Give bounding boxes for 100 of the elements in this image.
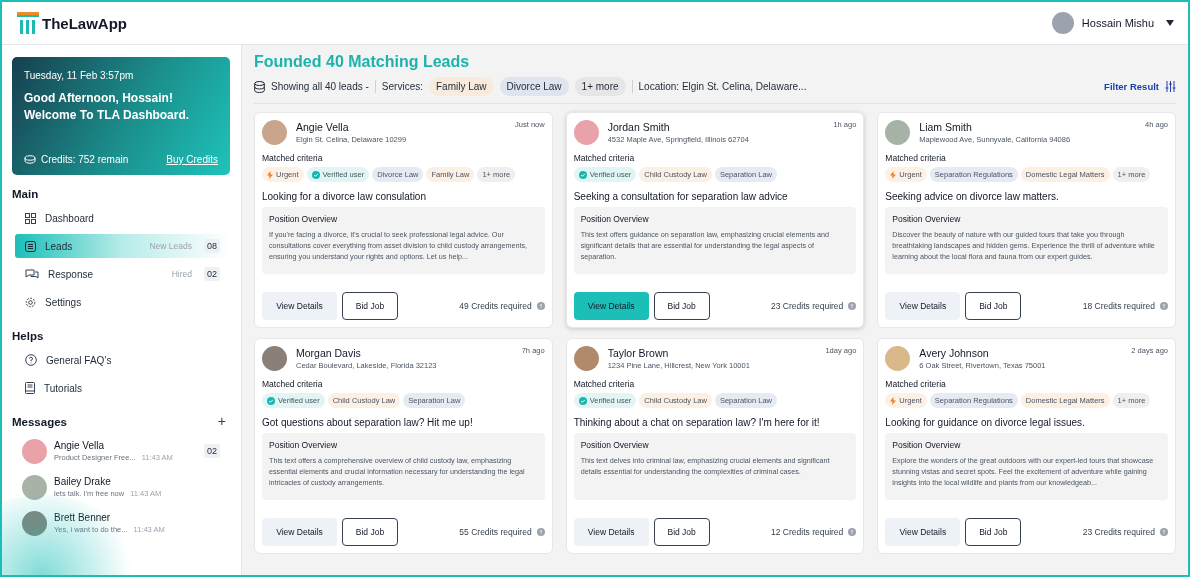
overview-title: Position Overview [580, 440, 650, 450]
criteria-label: Matched criteria [885, 379, 946, 389]
help-icon [25, 354, 37, 366]
lead-name: Morgan Davis [296, 347, 362, 359]
welcome-text: Welcome To TLA Dashboard. [24, 107, 191, 124]
lead-name: Taylor Brown [607, 347, 670, 359]
section-title: Main [12, 188, 40, 200]
grid-icon [25, 212, 36, 224]
criteria-label: Matched criteria [262, 153, 323, 163]
credits-required-text: 18 Credits required [1082, 301, 1155, 311]
overview-title: Position Overview [269, 440, 339, 450]
credits-text: Credits: 752 remain [41, 154, 129, 165]
view-details-button[interactable]: View Details [885, 292, 961, 320]
bid-job-button[interactable]: Bid Job [653, 518, 710, 546]
criteria-label: Matched criteria [573, 379, 635, 389]
bid-job-button[interactable]: Bid Job [342, 518, 398, 546]
bid-job-button[interactable]: Bid Job [965, 518, 1022, 546]
info-icon[interactable] [848, 302, 857, 310]
lightning-icon [890, 170, 897, 179]
services-label: Services: [381, 81, 423, 92]
nav-item[interactable]: Response Hired 02 [15, 262, 230, 286]
count-badge: 08 [204, 239, 220, 253]
lead-heading: Got questions about separation law? Hit me up! [262, 417, 473, 428]
bid-job-button[interactable]: Bid Job [965, 292, 1022, 320]
avatar [262, 346, 287, 371]
lead-heading: Seeking a consultation for separation law advice [573, 191, 788, 202]
avatar [22, 510, 47, 536]
view-details-button[interactable]: View Details [262, 292, 337, 320]
view-details-button[interactable]: View Details [573, 292, 649, 320]
overview-title: Position Overview [892, 440, 962, 450]
section-title: Messages [12, 416, 67, 428]
unread-count: 02 [204, 444, 220, 458]
criteria-label: Matched criteria [573, 153, 635, 163]
lead-heading: Seeking advice on divorce law matters. [885, 191, 1059, 202]
info-icon[interactable] [1160, 528, 1168, 536]
nav-item[interactable]: Settings [15, 290, 230, 314]
info-icon[interactable] [536, 302, 545, 310]
date-text: Tuesday, 11 Feb 3:57pm [24, 70, 135, 81]
view-details-button[interactable]: View Details [262, 518, 337, 546]
page-title: Founded 40 Matching Leads [254, 53, 471, 71]
service-chip[interactable]: Divorce Law [499, 77, 569, 96]
lightning-icon [267, 170, 273, 179]
sliders-icon[interactable] [1165, 81, 1176, 92]
bid-job-button[interactable]: Bid Job [653, 292, 710, 320]
verified-icon [578, 396, 587, 405]
credits-required-text: 23 Credits required [771, 301, 844, 311]
verified-icon [578, 170, 587, 179]
sender-name: Bailey Drake [54, 476, 112, 487]
credits-required-text: 12 Credits required [771, 527, 844, 537]
chat-icon [25, 268, 39, 280]
book-icon [25, 382, 35, 394]
avatar [22, 474, 47, 500]
info-icon[interactable] [848, 528, 857, 536]
user-name[interactable]: Hossain Mishu [1081, 17, 1154, 29]
avatar [885, 346, 911, 371]
lead-heading: Looking for a divorce law consulation [262, 191, 426, 202]
lead-name: Angie Vella [296, 121, 350, 133]
lead-name: Liam Smith [919, 121, 973, 133]
verified-icon [267, 396, 275, 405]
badge-label: New Leads [149, 241, 192, 251]
filter-result-link[interactable]: Filter Result [1104, 81, 1159, 92]
list-icon [25, 240, 36, 252]
criteria-label: Matched criteria [262, 379, 323, 389]
nav-item[interactable]: Tutorials [15, 376, 230, 400]
results-count-text: Showing all 40 leads - [271, 81, 369, 92]
criteria-label: Matched criteria [885, 153, 946, 163]
info-icon[interactable] [1160, 302, 1168, 310]
user-avatar[interactable] [1051, 12, 1074, 34]
caret-icon[interactable] [1166, 20, 1174, 26]
nav-item[interactable]: General FAQ’s [15, 348, 230, 372]
greeting-text: Good Afternoon, Hossain! [24, 90, 174, 107]
overview-title: Position Overview [269, 214, 339, 224]
view-details-button[interactable]: View Details [573, 518, 649, 546]
view-details-button[interactable]: View Details [885, 518, 961, 546]
nav-item[interactable]: Dashboard [15, 206, 230, 230]
credits-required-text: 23 Credits required [1082, 527, 1155, 537]
avatar [573, 120, 599, 145]
coins-icon [24, 155, 36, 164]
avatar [22, 438, 47, 464]
avatar [885, 120, 911, 145]
avatar [573, 346, 599, 371]
lead-heading: Looking for guidance on divorce legal issues. [885, 417, 1085, 428]
lightning-icon [890, 396, 897, 405]
sender-name: Angie Vella [54, 440, 106, 451]
avatar [262, 120, 287, 145]
add-button[interactable]: + [213, 413, 230, 429]
bid-job-button[interactable]: Bid Job [342, 292, 398, 320]
sender-name: Brett Benner [54, 512, 112, 523]
count-badge: 02 [204, 267, 220, 281]
lead-name: Avery Johnson [919, 347, 990, 359]
badge-label: Hired [171, 269, 192, 279]
info-icon[interactable] [536, 528, 545, 536]
app-logo-text: TheLawApp [42, 14, 127, 32]
credits-required-text: 55 Credits required [459, 527, 532, 537]
service-chip[interactable]: 1+ more [574, 77, 626, 96]
location-text: Location: Elgin St. Celina, Delaware... [638, 81, 807, 92]
service-chip[interactable]: Family Law [428, 77, 494, 96]
database-icon [254, 80, 265, 93]
credits-required-text: 49 Credits required [459, 301, 532, 311]
verified-icon [311, 170, 320, 179]
